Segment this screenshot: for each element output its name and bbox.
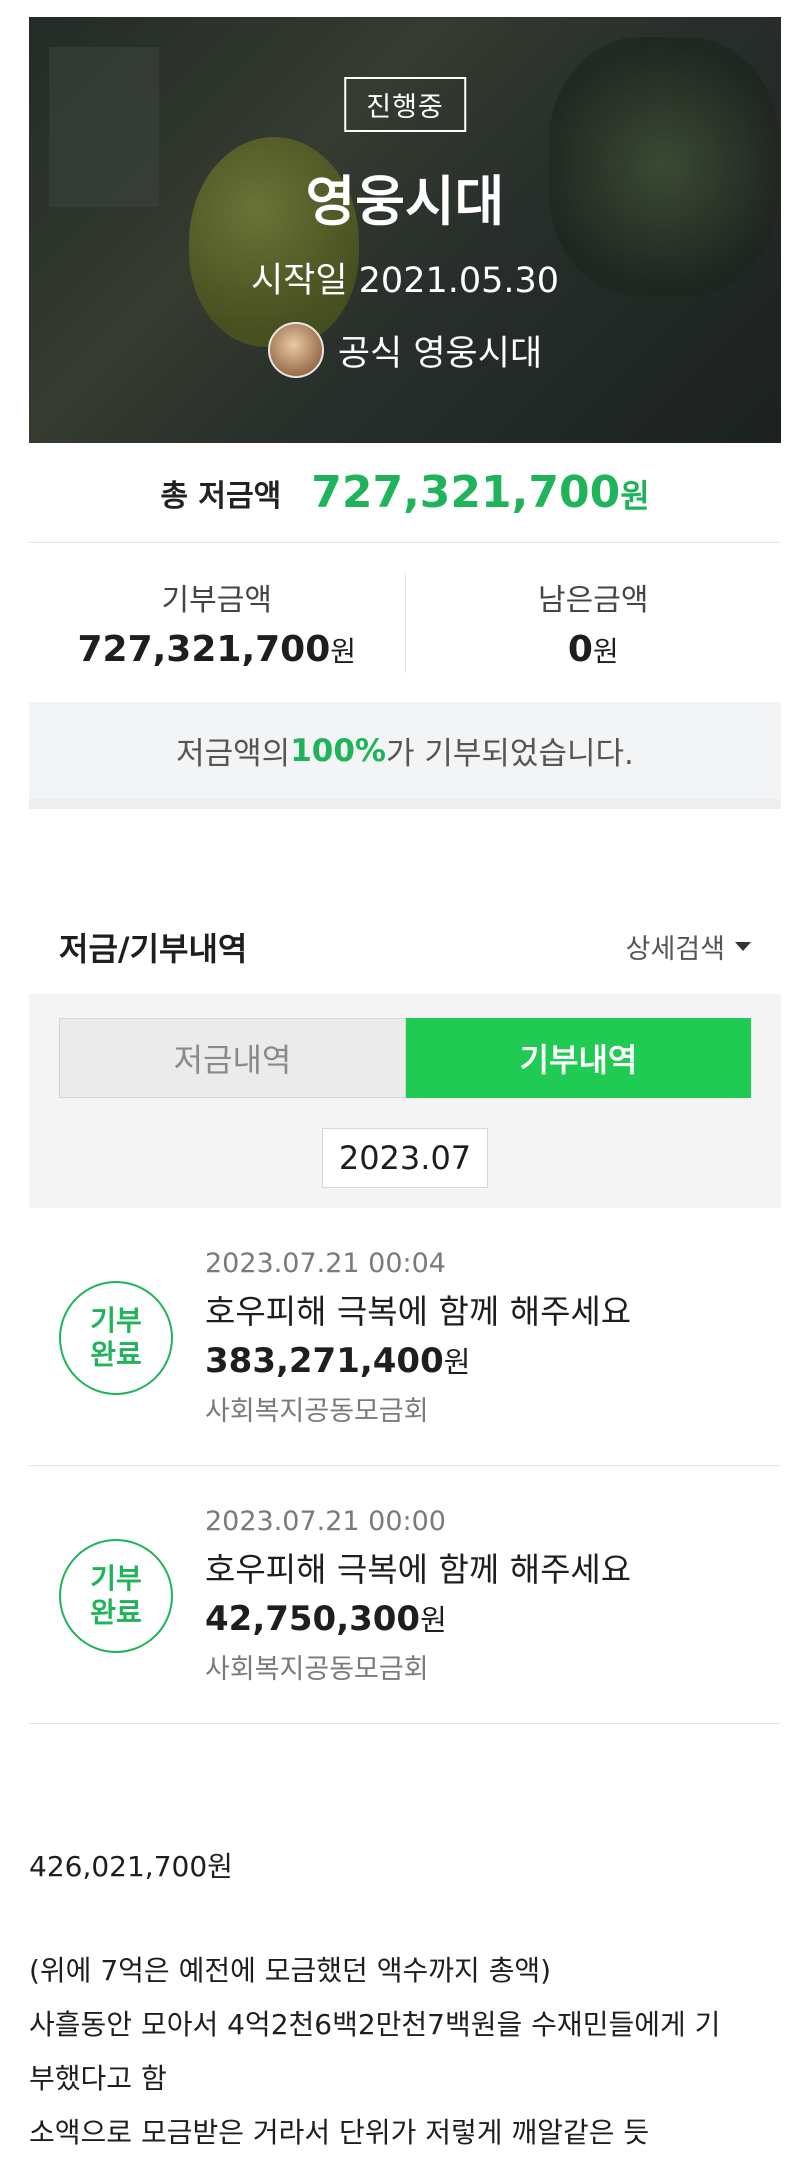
tab-savings-history[interactable]: 저금내역: [59, 1018, 406, 1098]
post-text: 426,021,700원 (위에 7억은 예전에 모금했던 액수까지 총액) 사…: [29, 1840, 781, 2160]
entry-amount-value: 383,271,400: [205, 1341, 444, 1381]
remaining-label: 남은금액: [538, 583, 649, 618]
month-selector[interactable]: 2023.07: [321, 1128, 489, 1188]
donation-entry[interactable]: 기부 완료 2023.07.21 00:00 호우피해 극복에 함께 해주세요 …: [29, 1466, 781, 1724]
currency-unit: 원: [443, 1345, 471, 1379]
total-savings-value: 727,321,700원: [311, 467, 649, 518]
entry-title: 호우피해 극복에 함께 해주세요: [205, 1292, 632, 1331]
post-line: 소액으로 모금받은 거라서 단위가 저렇게 깨알같은 듯: [29, 2116, 650, 2149]
percent-prefix: 저금액의: [176, 736, 291, 772]
entry-amount: 383,271,400원: [205, 1339, 631, 1381]
donated-amount: 727,321,700: [77, 629, 331, 670]
total-savings-row: 총 저금액 727,321,700원: [29, 443, 781, 543]
donation-complete-badge: 기부 완료: [59, 1539, 173, 1653]
entry-organization: 사회복지공동모금회: [205, 1396, 429, 1427]
currency-unit: 원: [592, 635, 619, 668]
history-header: 저금/기부내역 상세검색: [29, 899, 781, 994]
history-tabs: 저금내역 기부내역: [59, 1018, 751, 1098]
entry-title: 호우피해 극복에 함께 해주세요: [205, 1550, 632, 1589]
post-spacer: [29, 1894, 781, 1944]
total-savings-amount: 727,321,700: [311, 467, 621, 518]
remaining-amount: 0: [567, 629, 593, 670]
percent-suffix: 가 기부되었습니다.: [386, 736, 634, 772]
campaign-owner[interactable]: 공식 영웅시대: [29, 322, 781, 378]
currency-unit: 원: [330, 635, 357, 668]
currency-unit: 원: [420, 1603, 447, 1637]
campaign-card: 진행중 영웅시대 시작일 2021.05.30 공식 영웅시대 총 저금액 72…: [29, 17, 781, 1724]
total-savings-label: 총 저금액: [160, 478, 282, 514]
detail-search-button[interactable]: 상세검색: [626, 927, 751, 966]
detail-search-label: 상세검색: [625, 934, 725, 965]
history-tabs-area: 저금내역 기부내역 2023.07: [29, 994, 781, 1208]
post-line: (위에 7억은 예전에 모금했던 액수까지 총액): [29, 1954, 552, 1987]
post-line: 사흘동안 모아서 4억2천6백2만천7백원을 수재민들에게 기: [29, 2008, 721, 2041]
post-line: 426,021,700원: [29, 1850, 233, 1883]
entry-amount-value: 42,750,300: [205, 1599, 421, 1639]
caret-down-icon: [735, 942, 751, 951]
campaign-title: 영웅시대: [305, 170, 505, 233]
post-line: 부했다고 함: [29, 2062, 167, 2095]
badge-line2: 완료: [90, 1596, 142, 1629]
badge-line1: 기부: [90, 1304, 142, 1338]
currency-unit: 원: [620, 477, 650, 515]
badge-line2: 완료: [90, 1338, 142, 1371]
donated-value: 727,321,700원: [29, 629, 405, 670]
donation-entry[interactable]: 기부 완료 2023.07.21 00:04 호우피해 극복에 함께 해주세요 …: [29, 1208, 781, 1466]
donation-complete-badge: 기부 완료: [59, 1281, 173, 1395]
campaign-hero-image: 진행중 영웅시대 시작일 2021.05.30 공식 영웅시대: [29, 17, 781, 443]
month-selector-wrap: 2023.07: [59, 1128, 751, 1188]
start-date: 시작일 2021.05.30: [250, 261, 560, 301]
entry-time: 2023.07.21 00:00: [205, 1506, 446, 1537]
donated-label: 기부금액: [161, 583, 272, 618]
tab-donation-history[interactable]: 기부내역: [406, 1018, 751, 1098]
owner-name: 공식 영웅시대: [337, 333, 543, 374]
entry-info: 2023.07.21 00:04 호우피해 극복에 함께 해주세요 383,27…: [205, 1248, 631, 1428]
history-title: 저금/기부내역: [59, 929, 248, 968]
entry-amount: 42,750,300원: [205, 1597, 631, 1639]
entry-organization: 사회복지공동모금회: [205, 1654, 429, 1685]
entry-info: 2023.07.21 00:00 호우피해 극복에 함께 해주세요 42,750…: [205, 1506, 631, 1686]
donation-split: 기부금액 727,321,700원 남은금액 0원: [29, 543, 781, 702]
badge-line1: 기부: [90, 1562, 142, 1596]
donated-cell: 기부금액 727,321,700원: [29, 575, 405, 670]
remaining-value: 0원: [406, 629, 782, 670]
remaining-cell: 남은금액 0원: [404, 572, 782, 673]
percent-value: 100%: [290, 732, 386, 769]
entry-time: 2023.07.21 00:04: [205, 1248, 446, 1279]
owner-avatar: [267, 322, 324, 378]
donation-percent-notice: 저금액의 100% 가 기부되었습니다.: [29, 702, 781, 809]
status-badge: 진행중: [344, 77, 466, 132]
